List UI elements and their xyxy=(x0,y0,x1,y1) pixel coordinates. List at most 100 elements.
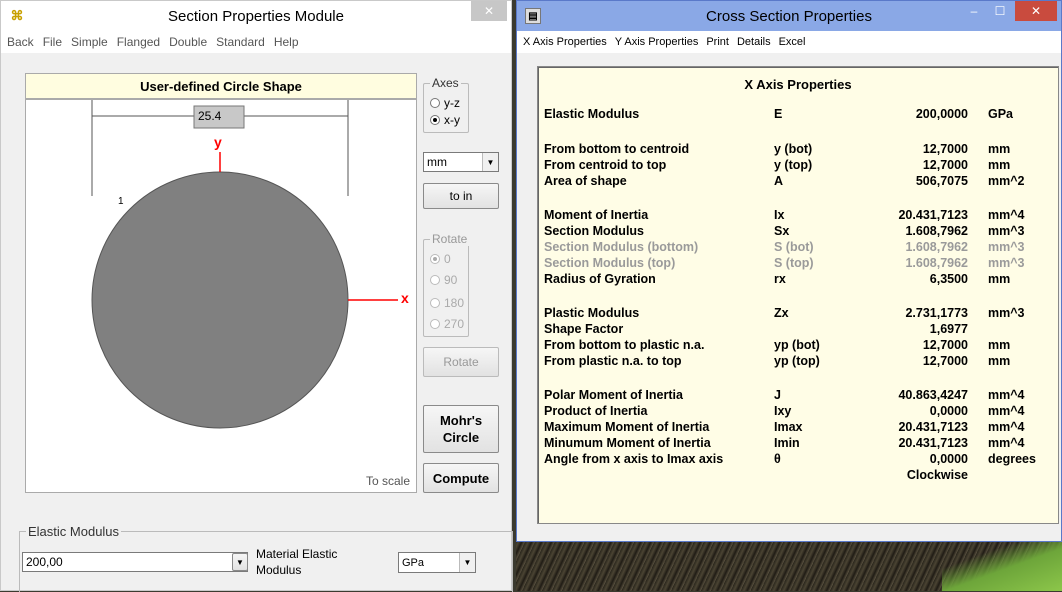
right-titlebar[interactable]: ▤ Cross Section Properties – ☐ ✕ xyxy=(517,1,1061,31)
menu-excel[interactable]: Excel xyxy=(779,36,806,48)
section-properties-window: ⌘ Section Properties Module ✕ Back File … xyxy=(0,0,513,592)
axes-radio-xy[interactable]: x-y xyxy=(430,113,460,127)
property-name: From bottom to plastic n.a. xyxy=(544,338,705,352)
property-value: 20.431,7123 xyxy=(898,436,968,450)
window-icon: ▤ xyxy=(525,8,541,24)
property-row: Clockwise xyxy=(538,468,1058,484)
property-name: Section Modulus (bottom) xyxy=(544,240,699,254)
rotate-button[interactable]: Rotate xyxy=(423,347,499,377)
left-close-button[interactable]: ✕ xyxy=(471,1,507,21)
property-name: From bottom to centroid xyxy=(544,142,690,156)
property-row: Area of shape A 506,7075 mm^2 xyxy=(538,174,1058,190)
elastic-unit-select[interactable]: GPa ▼ xyxy=(398,552,476,573)
property-symbol: S (bot) xyxy=(774,240,814,254)
rotate-group-label: Rotate xyxy=(430,232,470,246)
property-symbol: Zx xyxy=(774,306,789,320)
menu-simple[interactable]: Simple xyxy=(71,35,108,49)
property-row: Section Modulus Sx 1.608,7962 mm^3 xyxy=(538,224,1058,240)
right-close-button[interactable]: ✕ xyxy=(1015,1,1057,21)
menu-flanged[interactable]: Flanged xyxy=(117,35,160,49)
elastic-unit-value: GPa xyxy=(402,556,425,569)
mohrs-button-line1: Mohr's xyxy=(439,413,483,428)
elastic-modulus-value: 200,00 xyxy=(26,555,63,569)
property-row: Section Modulus (top) S (top) 1.608,7962 mm… xyxy=(538,256,1058,272)
units-select-value: mm xyxy=(427,155,447,169)
property-unit: mm^2 xyxy=(988,174,1025,188)
dimension-label: 25.4 xyxy=(198,109,222,123)
property-name: Moment of Inertia xyxy=(544,208,649,222)
to-in-button[interactable]: to in xyxy=(423,183,499,209)
property-row: Radius of Gyration rx 6,3500 mm xyxy=(538,272,1058,288)
radio-dot-selected xyxy=(430,254,440,264)
property-unit: mm^3 xyxy=(988,256,1025,270)
axes-radio-yz[interactable]: y-z xyxy=(430,96,460,110)
property-row: Elastic Modulus E 200,0000 GPa xyxy=(538,107,1058,123)
mohrs-button-line2: Circle xyxy=(442,430,480,445)
menu-y-axis-properties[interactable]: Y Axis Properties xyxy=(615,36,699,48)
property-unit: mm^4 xyxy=(988,436,1025,450)
compute-button[interactable]: Compute xyxy=(423,463,499,493)
menu-standard[interactable]: Standard xyxy=(216,35,265,49)
property-unit: mm^3 xyxy=(988,306,1025,320)
property-name: Section Modulus xyxy=(544,224,644,238)
menu-help[interactable]: Help xyxy=(274,35,299,49)
property-symbol: yp (top) xyxy=(774,354,820,368)
left-titlebar[interactable]: ⌘ Section Properties Module ✕ xyxy=(1,1,511,31)
property-unit: mm xyxy=(988,338,1011,352)
property-row: Polar Moment of Inertia J 40.863,4247 mm^4 xyxy=(538,388,1058,404)
rotate-radio-0[interactable]: 0 xyxy=(430,252,451,266)
property-name: Angle from x axis to Imax axis xyxy=(544,452,724,466)
property-symbol: Sx xyxy=(774,224,790,238)
shape-drawing xyxy=(91,100,398,429)
material-elastic-modulus-label: Material Elastic Modulus xyxy=(256,546,337,578)
property-value: 12,7000 xyxy=(922,158,968,172)
mohrs-circle-button[interactable]: Mohr's Circle xyxy=(423,405,499,453)
property-value: Clockwise xyxy=(906,468,968,482)
property-row: Section Modulus (bottom) S (bot) 1.608,796… xyxy=(538,240,1058,256)
property-row: From plastic n.a. to top yp (top) 12,7000 m… xyxy=(538,354,1058,370)
property-value: 1.608,7962 xyxy=(905,240,968,254)
property-symbol: rx xyxy=(774,272,786,286)
rotate-radio-270[interactable]: 270 xyxy=(430,317,464,331)
axes-radio-xy-label: x-y xyxy=(444,113,460,127)
property-name: Plastic Modulus xyxy=(544,306,640,320)
property-symbol: θ xyxy=(774,452,781,466)
units-select[interactable]: mm ▼ xyxy=(423,152,499,172)
property-unit: mm^4 xyxy=(988,404,1025,418)
property-name: From centroid to top xyxy=(544,158,667,172)
property-unit: mm xyxy=(988,142,1011,156)
radio-dot xyxy=(430,319,440,329)
property-unit: mm^3 xyxy=(988,224,1025,238)
property-unit: mm^3 xyxy=(988,240,1025,254)
property-symbol: y (bot) xyxy=(774,142,813,156)
maximize-button[interactable]: ☐ xyxy=(987,1,1013,21)
properties-panel-title: X Axis Properties xyxy=(744,77,852,92)
radio-dot-selected xyxy=(430,115,440,125)
rotate-radio-180[interactable]: 180 xyxy=(430,296,464,310)
property-row: Shape Factor 1,6977 xyxy=(538,322,1058,338)
left-menubar: Back File Simple Flanged Double Standard… xyxy=(1,31,511,53)
property-value: 20.431,7123 xyxy=(898,208,968,222)
menu-double[interactable]: Double xyxy=(169,35,207,49)
minimize-button[interactable]: – xyxy=(961,1,987,21)
property-value: 40.863,4247 xyxy=(898,388,968,402)
property-row: Moment of Inertia Ix 20.431,7123 mm^4 xyxy=(538,208,1058,224)
rotate-radio-90[interactable]: 90 xyxy=(430,273,457,287)
y-axis-label: y xyxy=(214,134,222,150)
property-value: 200,0000 xyxy=(915,107,968,121)
menu-file[interactable]: File xyxy=(43,35,62,49)
property-value: 2.731,1773 xyxy=(905,306,968,320)
menu-details[interactable]: Details xyxy=(737,36,771,48)
shape-canvas[interactable]: 25.4 y x 1 To scale xyxy=(25,99,417,493)
menu-print[interactable]: Print xyxy=(706,36,729,48)
material-label-line1: Material Elastic xyxy=(256,547,338,561)
x-axis-label: x xyxy=(401,290,409,306)
elastic-modulus-input[interactable]: 200,00 xyxy=(22,552,248,572)
menu-x-axis-properties[interactable]: X Axis Properties xyxy=(523,36,607,48)
property-symbol: J xyxy=(774,388,781,402)
rotate-radio-180-label: 180 xyxy=(444,296,465,310)
property-unit: GPa xyxy=(988,107,1014,121)
right-menubar: X Axis Properties Y Axis Properties Prin… xyxy=(517,31,1061,53)
menu-back[interactable]: Back xyxy=(7,35,34,49)
elastic-modulus-dropdown[interactable]: ▼ xyxy=(232,553,248,571)
